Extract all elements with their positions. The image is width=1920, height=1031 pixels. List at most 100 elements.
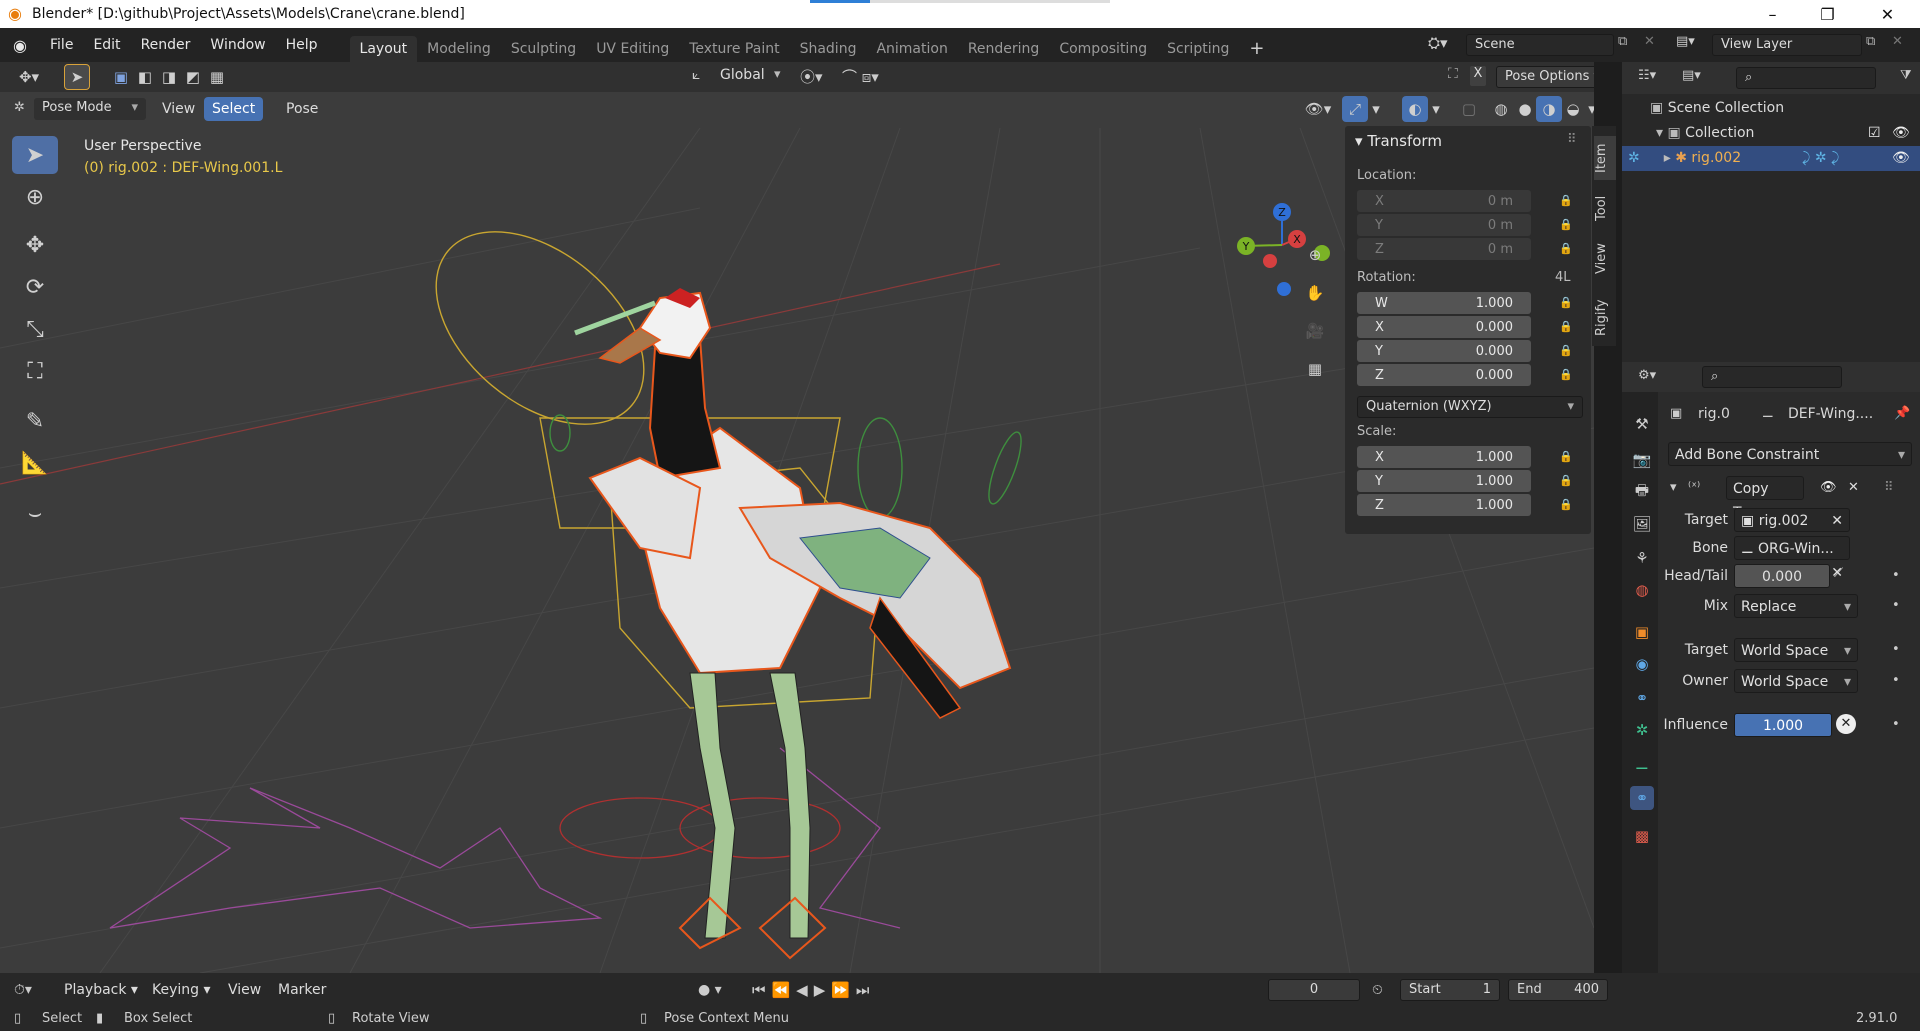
add-bone-constraint-dropdown[interactable]: Add Bone Constraint ▾	[1668, 442, 1912, 466]
minimize-button[interactable]: –	[1745, 0, 1800, 28]
keying-menu[interactable]: Keying ▾	[152, 973, 211, 1007]
display-mode-icon[interactable]: ▤▾	[1682, 68, 1701, 83]
mix-dropdown[interactable]: Replace ▾	[1734, 594, 1858, 618]
keyframe-dot-icon[interactable]: •	[1892, 642, 1900, 657]
end-frame-field[interactable]: End 400	[1508, 979, 1608, 1001]
menu-file[interactable]: File	[40, 28, 83, 62]
relax-pose-tool-icon[interactable]: ⌣	[12, 494, 58, 532]
menu-render[interactable]: Render	[131, 28, 201, 62]
scale-tool-icon[interactable]: ⤡	[12, 310, 58, 348]
object-tab-icon[interactable]: ▣	[1630, 620, 1654, 644]
disable-keep-transform-icon[interactable]: ✕	[1836, 714, 1856, 734]
tab-modeling[interactable]: Modeling	[417, 36, 501, 62]
select-invert-icon[interactable]: ◩	[180, 64, 206, 90]
tab-rigify[interactable]: Rigify	[1594, 296, 1616, 340]
scene-type-icon[interactable]: ⛭▾	[1428, 34, 1448, 52]
location-y-field[interactable]: Y 0 m	[1357, 214, 1531, 236]
record-icon[interactable]: ● ▾	[698, 973, 722, 1007]
outliner-scene-collection[interactable]: ▣ Scene Collection	[1622, 96, 1920, 121]
tab-item[interactable]: Item	[1594, 136, 1616, 180]
overlay-chevron-icon[interactable]: ▾	[1428, 96, 1444, 122]
view-menu[interactable]: View	[154, 97, 203, 121]
tab-tool[interactable]: Tool	[1594, 190, 1616, 226]
lock-icon[interactable]: 🔒	[1559, 194, 1573, 207]
scene-field[interactable]: Scene	[1466, 34, 1614, 56]
view-layer-remove-icon[interactable]: ✕	[1892, 34, 1903, 49]
tab-rendering[interactable]: Rendering	[958, 36, 1050, 62]
tab-shading[interactable]: Shading	[790, 36, 867, 62]
outliner-search-input[interactable]: ⌕	[1736, 67, 1876, 89]
transform-panel-header[interactable]: ▾ Transform	[1355, 132, 1442, 150]
lock-icon[interactable]: 🔒	[1559, 242, 1573, 255]
mode-dropdown[interactable]: Pose Mode ▾	[34, 98, 146, 120]
select-intersect-icon[interactable]: ▦	[204, 64, 230, 90]
restore-button[interactable]: ❐	[1800, 0, 1855, 28]
playback-menu[interactable]: Playback ▾	[64, 973, 138, 1007]
pose-menu[interactable]: Pose	[278, 97, 326, 121]
camera-icon[interactable]: 🎥	[1302, 318, 1328, 344]
tab-animation[interactable]: Animation	[866, 36, 957, 62]
location-z-field[interactable]: Z 0 m	[1357, 238, 1531, 260]
add-workspace-button[interactable]: +	[1239, 36, 1274, 62]
view-layer-field[interactable]: View Layer	[1712, 34, 1862, 56]
move-tool-icon[interactable]: ✥	[12, 226, 58, 264]
scale-z-field[interactable]: Z 1.000	[1357, 494, 1531, 516]
scale-x-field[interactable]: X 1.000	[1357, 446, 1531, 468]
outliner-editor-icon[interactable]: ☷▾	[1638, 68, 1656, 83]
select-extend-icon[interactable]: ◧	[132, 64, 158, 90]
rotation-4l-toggle[interactable]: 4L	[1555, 270, 1571, 285]
rotation-w-field[interactable]: W 1.000	[1357, 292, 1531, 314]
cursor-tool-icon[interactable]: ⊕	[12, 178, 58, 216]
tab-layout[interactable]: Layout	[349, 36, 418, 62]
transform-affect-icon[interactable]: ⛶	[1448, 66, 1458, 82]
texture-tab-icon[interactable]: ▩	[1630, 824, 1654, 848]
bone-constraint-tab-icon[interactable]: ⚭	[1630, 786, 1654, 810]
timeline-view-menu[interactable]: View	[228, 973, 261, 1007]
select-menu[interactable]: Select	[204, 97, 264, 121]
lock-icon[interactable]: 🔒	[1559, 218, 1573, 231]
perspective-grid-icon[interactable]: ▦	[1302, 356, 1328, 382]
chevron-down-icon[interactable]: ▾	[1670, 480, 1677, 495]
select-subtract-icon[interactable]: ◨	[156, 64, 182, 90]
properties-search-input[interactable]: ⌕	[1702, 366, 1842, 388]
lock-icon[interactable]: 🔒	[1559, 474, 1573, 487]
zoom-icon[interactable]: ⊕	[1302, 242, 1328, 268]
filter-icon[interactable]: ⧩	[1900, 68, 1912, 83]
outliner-rig[interactable]: ✲ ▸ ✱ rig.002 ⤸ ✲ ⤸ 👁	[1622, 146, 1920, 171]
lock-icon[interactable]: 🔒	[1559, 320, 1573, 333]
gizmo-toggle-icon[interactable]: ⤢	[1342, 96, 1368, 122]
bone-field[interactable]: ⚊ ORG-Win... ✕	[1734, 536, 1850, 581]
transform-tool-icon[interactable]: ⛶	[12, 352, 58, 390]
eye-icon[interactable]: 👁	[1892, 121, 1910, 146]
rotation-mode-dropdown[interactable]: Quaternion (WXYZ) ▾	[1357, 396, 1583, 418]
tab-sculpting[interactable]: Sculpting	[501, 36, 586, 62]
pose-options-dropdown[interactable]: Pose Options ▾	[1496, 66, 1594, 88]
view-layer-copy-icon[interactable]: ⧉	[1866, 34, 1875, 49]
target-space-dropdown[interactable]: World Space ▾	[1734, 638, 1858, 662]
lock-icon[interactable]: 🔒	[1559, 450, 1573, 463]
menu-edit[interactable]: Edit	[83, 28, 130, 62]
bbone-toggle-icon[interactable]: ⟋	[1834, 566, 1843, 581]
editor-type-icon[interactable]: ✥▾	[12, 64, 46, 90]
rotate-tool-icon[interactable]: ⟳	[12, 268, 58, 306]
scene-remove-icon[interactable]: ✕	[1644, 34, 1655, 49]
lock-icon[interactable]: 🔒	[1559, 296, 1573, 309]
rotation-y-field[interactable]: Y 0.000	[1357, 340, 1531, 362]
tab-texture-paint[interactable]: Texture Paint	[679, 36, 789, 62]
keyframe-dot-icon[interactable]: •	[1892, 717, 1900, 732]
scale-y-field[interactable]: Y 1.000	[1357, 470, 1531, 492]
render-tab-icon[interactable]: 📷	[1630, 448, 1654, 472]
solid-shading-icon[interactable]: ●	[1512, 96, 1538, 122]
measure-tool-icon[interactable]: 📐	[12, 444, 58, 482]
gizmo-chevron-icon[interactable]: ▾	[1368, 96, 1384, 122]
constraint-name-field[interactable]: Copy Tra...	[1726, 476, 1804, 521]
keyframe-dot-icon[interactable]: •	[1892, 673, 1900, 688]
pivot-icon[interactable]: ⦿▾	[800, 66, 823, 87]
eye-icon[interactable]: 👁	[1820, 480, 1837, 495]
marker-menu[interactable]: Marker	[278, 973, 326, 1007]
annotate-tool-icon[interactable]: ✎	[12, 402, 58, 440]
snap-icon[interactable]: ⌒ ⧈▾	[842, 66, 879, 87]
close-icon[interactable]: ✕	[1848, 480, 1859, 495]
playback-controls[interactable]: ⏮⏪◀▶⏩⏭	[752, 973, 875, 1007]
menu-window[interactable]: Window	[200, 28, 275, 62]
